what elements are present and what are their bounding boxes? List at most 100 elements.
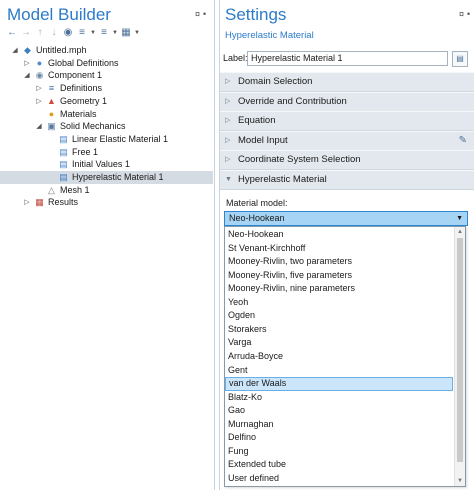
label-caption: Label: [223,53,248,63]
collapsed-node-icon[interactable]: ▷ [35,82,43,95]
chevron-right-icon: ▷ [225,136,231,144]
dropdown-scrollbar[interactable]: ▲ ▼ [454,227,465,486]
model-builder-pane: Model Builder ¤ • ← → ↑ ↓ ◉ ≡ ▼ ≡ ▼ ▦ ▼ … [0,0,215,490]
model-icon: ◆ [24,45,31,55]
model-builder-toolbar: ← → ↑ ↓ ◉ ≡ ▼ ≡ ▼ ▦ ▼ [6,27,140,39]
material-model-value: Neo-Hookean [229,213,285,223]
scroll-up-icon[interactable]: ▲ [455,227,465,237]
dropdown-option[interactable]: Yeoh [225,296,453,310]
dropdown-option[interactable]: St Venant-Kirchhoff [225,242,453,256]
dropdown-option[interactable]: Varga [225,336,453,350]
dropdown-option[interactable]: Mooney-Rivlin, two parameters [225,255,453,269]
mesh-icon: △ [48,184,55,195]
section-header[interactable]: ▷ Equation [220,111,474,132]
section-label: Hyperelastic Material [238,174,327,185]
collapsed-node-icon[interactable]: ▷ [35,95,43,108]
section-header[interactable]: ▷ Domain Selection [220,72,474,92]
chevron-right-icon: ▷ [225,97,231,105]
dropdown-option[interactable]: Blatz-Ko [225,391,453,405]
pin-icon[interactable]: ¤ [195,9,200,19]
tree-node[interactable]: ▤ Initial Values 1 [0,158,213,171]
tree-node[interactable]: ▷ ▲ Geometry 1 [0,95,213,108]
dropdown-option[interactable]: Extended tube [225,458,453,472]
pin-icon[interactable]: ¤ [459,9,464,19]
edit-icon[interactable]: ✎ [459,132,467,150]
dropdown-option[interactable]: Arruda-Boyce [225,350,453,364]
dropdown-option[interactable]: Ogden [225,309,453,323]
hyperelastic-icon: ▤ [59,172,68,182]
collapsed-node-icon[interactable]: ▷ [23,57,31,70]
expanded-node-icon[interactable]: ◢ [23,69,31,82]
expand-icon[interactable]: ≡ [98,27,110,39]
scroll-down-icon[interactable]: ▼ [455,476,465,486]
dropdown-option[interactable]: van der Waals [225,377,453,391]
expanded-node-icon[interactable]: ◢ [11,44,19,57]
dropdown-option[interactable]: Murnaghan [225,418,453,432]
section-label: Model Input [238,134,288,146]
collapsed-node-icon[interactable]: ▷ [23,196,31,209]
arrow-down-icon[interactable]: ↓ [48,27,60,39]
window-pin-icon[interactable]: • [203,9,206,19]
tree-node-label: Component 1 [48,70,103,81]
dropdown-option[interactable]: Storakers [225,323,453,337]
section-header[interactable]: ▷ Model Input ✎ [220,130,474,151]
geometry-icon: ▲ [47,95,56,106]
dropdown-option[interactable]: User defined [225,472,453,486]
section-label: Override and Contribution [238,95,347,107]
expanded-node-icon[interactable]: ◢ [35,120,43,133]
section-header[interactable]: ▼ Hyperelastic Material [220,170,474,190]
label-input[interactable]: Hyperelastic Material 1 [247,51,448,66]
solid-mechanics-icon: ▣ [47,121,56,132]
tree-node[interactable]: ◢ ▣ Solid Mechanics [0,120,213,133]
scroll-thumb[interactable] [457,238,463,462]
settings-pane: Settings ¤ • Hyperelastic Material Label… [219,0,474,490]
tree-node[interactable]: ● Materials [0,108,213,121]
globe-icon: ● [36,57,43,68]
tree-node-label: Hyperelastic Material 1 [72,172,164,182]
chevron-down-icon: ▼ [225,176,232,183]
tree-node-label: Geometry 1 [60,95,108,106]
tree-node[interactable]: ▷ ▦ Results [0,196,213,209]
tree-node[interactable]: ▷ ● Global Definitions [0,57,213,70]
dropdown-option[interactable]: Mooney-Rivlin, five parameters [225,269,453,283]
label-row: Label: Hyperelastic Material 1 ▤ [223,51,471,67]
tree-node[interactable]: ▤ Free 1 [0,146,213,159]
window-pin-icon[interactable]: • [467,9,470,19]
chevron-down-icon[interactable]: ▼ [90,27,96,39]
chevron-down-icon[interactable]: ▼ [134,27,140,39]
dropdown-option[interactable]: Gao [225,404,453,418]
section-header[interactable]: ▷ Override and Contribution [220,91,474,112]
tree-node-label: Linear Elastic Material 1 [72,133,169,144]
dropdown-option[interactable]: Mooney-Rivlin, nine parameters [225,282,453,296]
tree-node[interactable]: ◢ ◆ Untitled.mph [0,44,213,57]
tree-node-label: Mesh 1 [60,184,90,195]
arrow-right-icon[interactable]: → [20,27,32,39]
material-model-dropdown: Neo-Hookean St Venant-Kirchhoff Mooney-Riv… [224,226,466,487]
tree-node-label: Free 1 [72,146,99,157]
material-model-select[interactable]: Neo-Hookean ▼ [224,211,468,226]
dropdown-option[interactable]: Delfino [225,431,453,445]
dropdown-option[interactable]: Neo-Hookean [225,228,453,242]
dropdown-option[interactable]: Fung [225,445,453,459]
settings-subtitle: Hyperelastic Material [225,30,314,41]
settings-title: Settings [225,5,287,24]
tree-node[interactable]: ▷ ≡ Definitions [0,82,213,95]
model-builder-title: Model Builder [7,5,111,24]
show-icon[interactable]: ◉ [62,27,74,39]
arrow-left-icon[interactable]: ← [6,27,18,39]
tree-node[interactable]: ▤ Hyperelastic Material 1 [0,171,213,184]
tree-node[interactable]: △ Mesh 1 [0,184,213,197]
tree-node[interactable]: ▤ Linear Elastic Material 1 [0,133,213,146]
chevron-down-icon[interactable]: ▼ [456,212,463,225]
tree-node-label: Global Definitions [48,57,119,68]
chevron-down-icon[interactable]: ▼ [112,27,118,39]
arrow-up-icon[interactable]: ↑ [34,27,46,39]
tree-node[interactable]: ◢ ◉ Component 1 [0,69,213,82]
reset-label-icon[interactable]: ▤ [452,51,468,67]
materials-icon: ● [48,108,55,119]
collapse-icon[interactable]: ≡ [76,27,88,39]
dropdown-option[interactable]: Gent [225,364,453,378]
section-header[interactable]: ▷ Coordinate System Selection [220,150,474,171]
chevron-right-icon: ▷ [225,78,231,85]
settings-icon[interactable]: ▦ [120,27,132,39]
